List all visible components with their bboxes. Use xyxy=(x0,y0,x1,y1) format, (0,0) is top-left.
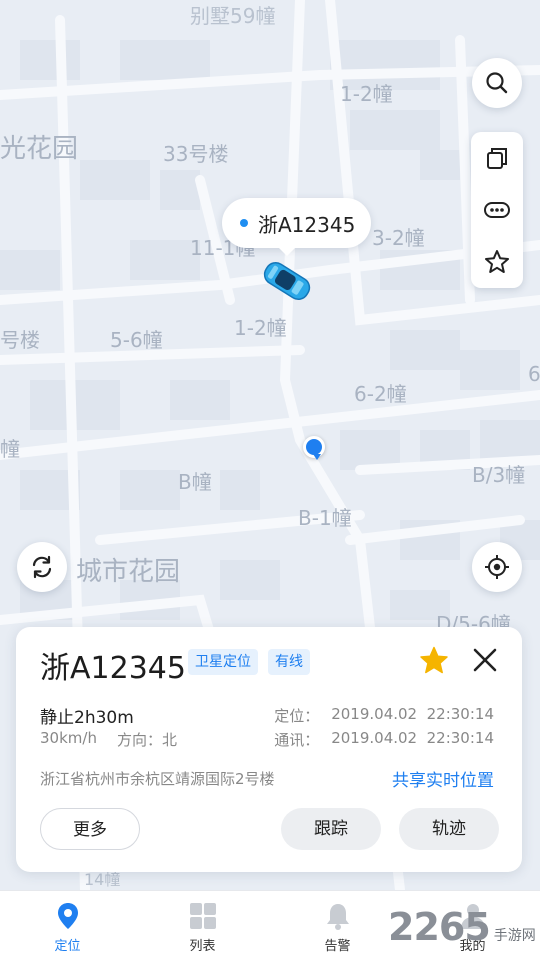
refresh-button[interactable] xyxy=(17,542,67,592)
tab-alarm[interactable]: 告警 xyxy=(270,891,405,960)
search-button[interactable] xyxy=(472,58,522,108)
map-label: 33号楼 xyxy=(163,142,229,166)
map-label: 号楼 xyxy=(0,328,40,352)
comm-time-row: 通讯： 2019.04.02 22:30:14 xyxy=(274,729,494,750)
map-label: 5-6幢 xyxy=(110,328,163,352)
status-dot xyxy=(240,219,248,227)
refresh-icon xyxy=(32,555,52,579)
map-label: 6 xyxy=(528,362,540,386)
map-label: 城市花园 xyxy=(76,557,181,587)
grid-icon xyxy=(189,903,216,929)
map-label: 3-2幢 xyxy=(372,226,425,250)
map-tool-stack xyxy=(471,132,523,288)
more-options-button[interactable] xyxy=(471,184,523,236)
map-label: 1-2幢 xyxy=(234,316,287,340)
copy-button[interactable] xyxy=(471,132,523,184)
map-label: B-1幢 xyxy=(298,506,352,530)
star-outline-icon xyxy=(485,250,509,273)
tab-label: 告警 xyxy=(324,939,351,954)
map-label: 1-2幢 xyxy=(340,82,393,106)
map-label: 幢 xyxy=(0,437,20,461)
gps-positioning-tag: 卫星定位 xyxy=(188,649,258,675)
wired-device-tag: 有线 xyxy=(268,649,310,675)
share-realtime-location-link[interactable]: 共享实时位置 xyxy=(392,766,494,791)
copy-icon xyxy=(487,148,507,169)
map-label: 光花园 xyxy=(0,134,79,164)
vehicle-direction: 方向：北 xyxy=(116,731,177,749)
favorite-star-icon[interactable] xyxy=(418,645,450,677)
vehicle-plate-label: 浙A12345 xyxy=(258,212,356,237)
bell-icon xyxy=(326,904,349,930)
map-label: B/3幢 xyxy=(472,463,526,487)
my-location-marker xyxy=(303,436,325,460)
map-label: 别墅59幢 xyxy=(190,4,276,28)
more-button[interactable]: 更多 xyxy=(40,808,140,850)
locate-icon xyxy=(485,555,509,579)
map-label: B幢 xyxy=(178,470,212,494)
locate-time-label: 定位： xyxy=(274,707,320,725)
trail-button[interactable]: 轨迹 xyxy=(399,808,499,850)
watermark-number: 2265 xyxy=(388,905,491,949)
car-marker-icon[interactable] xyxy=(258,258,316,304)
map-label: 6-2幢 xyxy=(354,382,407,406)
vehicle-motion-info: 30km/h 方向：北 xyxy=(40,729,177,750)
vehicle-status: 静止2h30m xyxy=(40,708,134,728)
search-icon xyxy=(486,72,508,94)
locate-time-row: 定位： 2019.04.02 22:30:14 xyxy=(274,705,494,726)
tab-location[interactable]: 定位 xyxy=(0,891,135,960)
vehicle-plate-bubble[interactable]: 浙A12345 xyxy=(222,198,372,256)
tab-label: 列表 xyxy=(189,939,216,954)
locate-time-value: 2019.04.02 22:30:14 xyxy=(331,705,494,723)
more-dots-icon xyxy=(484,202,510,218)
watermark-site: 手游网 xyxy=(493,928,536,944)
comm-time-label: 通讯： xyxy=(274,731,320,749)
close-icon[interactable] xyxy=(470,645,500,675)
vehicle-info-card: 浙A12345 卫星定位 有线 静止2h30m 30km/h 方向：北 定位： … xyxy=(16,627,522,872)
favorite-map-button[interactable] xyxy=(471,236,523,288)
vehicle-speed: 30km/h xyxy=(40,729,97,747)
location-pin-icon xyxy=(57,903,78,929)
tab-label: 定位 xyxy=(54,939,81,954)
vehicle-address: 浙江省杭州市余杭区靖源国际2号楼 xyxy=(40,770,275,788)
vehicle-plate-title: 浙A12345 xyxy=(40,651,186,686)
tab-list[interactable]: 列表 xyxy=(135,891,270,960)
site-watermark: 2265 手游网 xyxy=(388,905,536,949)
locate-button[interactable] xyxy=(472,542,522,592)
comm-time-value: 2019.04.02 22:30:14 xyxy=(331,729,494,747)
track-button[interactable]: 跟踪 xyxy=(281,808,381,850)
